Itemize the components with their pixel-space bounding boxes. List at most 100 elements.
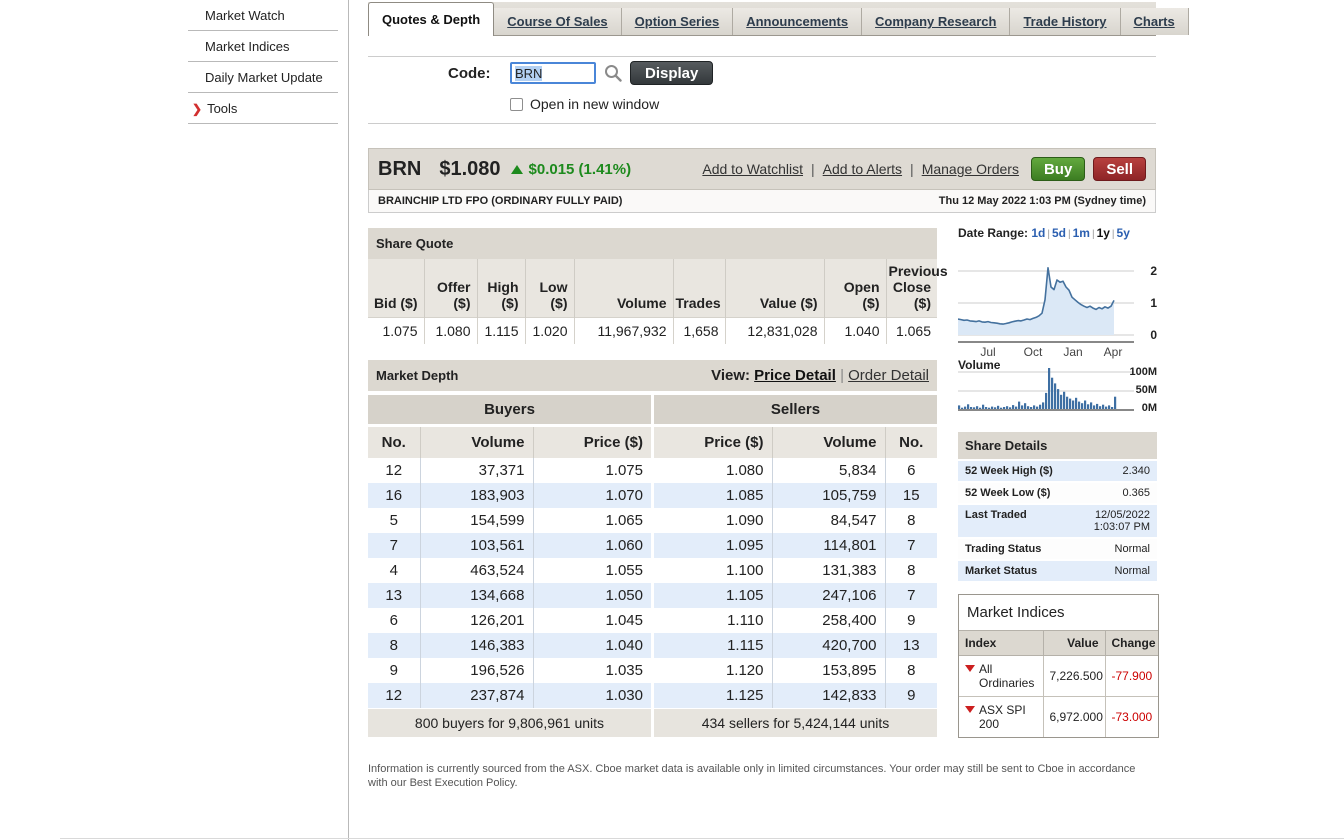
market-indices-table: IndexValueChange All Ordinaries7,226.500…: [959, 631, 1158, 737]
share-quote-header: Offer ($): [424, 259, 477, 318]
buyers-column: Buyers No.VolumePrice ($) 1237,3711.0751…: [368, 395, 651, 737]
link-separator: |: [910, 161, 914, 177]
share-quote-header: Previous Close ($): [886, 259, 937, 318]
sidebar-item-market-watch[interactable]: Market Watch: [188, 0, 338, 31]
code-input[interactable]: BRN: [510, 62, 596, 84]
link-separator: |: [811, 161, 815, 177]
sellers-col-header: Volume: [772, 427, 885, 458]
open-new-window-row: Open in new window: [510, 96, 659, 112]
sellers-row: 1.115420,70013: [654, 633, 937, 658]
share-quote-header: Trades: [673, 259, 725, 318]
buyers-row: 1237,3711.075: [368, 458, 651, 483]
view-price-detail-link[interactable]: Price Detail: [754, 367, 836, 384]
index-row: All Ordinaries7,226.500-77.900: [959, 656, 1158, 697]
sellers-col-header: Price ($): [654, 427, 772, 458]
share-quote-value: 11,967,932: [574, 318, 673, 345]
share-quote-value: 12,831,028: [725, 318, 824, 345]
date-range-label: Date Range:: [958, 226, 1028, 240]
date-range-selector: Date Range: 1d|5d|1m|1y|5y: [958, 226, 1130, 240]
sellers-row: 1.120153,8958: [654, 658, 937, 683]
open-new-window-checkbox[interactable]: [510, 98, 523, 111]
share-quote-header: Low ($): [525, 259, 574, 318]
sellers-table: Price ($)VolumeNo. 1.0805,83461.085105,7…: [654, 427, 937, 708]
sellers-row: 1.0805,8346: [654, 458, 937, 483]
market-indices-panel: Market Indices IndexValueChange All Ordi…: [958, 594, 1159, 738]
share-quote-header: Bid ($): [368, 259, 424, 318]
share-quote-header: Volume: [574, 259, 673, 318]
open-new-window-label: Open in new window: [530, 96, 659, 112]
page: Market Watch Market Indices Daily Market U…: [0, 0, 1344, 840]
view-order-detail-link[interactable]: Order Detail: [848, 367, 929, 384]
share-quote-value: 1,658: [673, 318, 725, 345]
price-ytick-2: 2: [1150, 264, 1157, 278]
share-quote-value: 1.040: [824, 318, 886, 345]
tab-announcements[interactable]: Announcements: [733, 8, 862, 35]
buyers-col-header: Volume: [420, 427, 533, 458]
add-to-alerts-link[interactable]: Add to Alerts: [823, 161, 902, 177]
buyers-col-header: No.: [368, 427, 420, 458]
tab-course-of-sales[interactable]: Course Of Sales: [494, 8, 621, 35]
price-up-icon: [511, 165, 523, 174]
share-details-row: 52 Week High ($)2.340: [958, 461, 1157, 483]
add-to-watchlist-link[interactable]: Add to Watchlist: [702, 161, 803, 177]
sellers-col-header: No.: [885, 427, 937, 458]
buyers-row: 7103,5611.060: [368, 533, 651, 558]
share-quote-value: 1.065: [886, 318, 937, 345]
market-depth-title: Market Depth: [376, 368, 458, 383]
market-depth-panel: Market Depth View: Price Detail | Order …: [368, 360, 937, 737]
date-range-5d[interactable]: 5d: [1052, 226, 1066, 240]
right-column: Date Range: 1d|5d|1m|1y|5y 2 1 0 JulOctJ…: [958, 0, 1157, 840]
sidebar-item-label: Market Indices: [205, 39, 290, 54]
sellers-footer: 434 sellers for 5,424,144 units: [654, 709, 937, 737]
tab-option-series[interactable]: Option Series: [622, 8, 734, 35]
sellers-row: 1.095114,8017: [654, 533, 937, 558]
price-chart: [958, 252, 1134, 344]
disclaimer-text: Information is currently sourced from th…: [368, 762, 1156, 791]
price-xtick-jan: Jan: [1063, 345, 1082, 359]
sidebar-item-label: Market Watch: [205, 8, 285, 23]
tab-quotes-amp-depth[interactable]: Quotes & Depth: [368, 2, 494, 36]
share-quote-header: Open ($): [824, 259, 886, 318]
buyers-footer: 800 buyers for 9,806,961 units: [368, 709, 651, 737]
buyers-row: 6126,2011.045: [368, 608, 651, 633]
sidebar-item-daily-market-update[interactable]: Daily Market Update: [188, 62, 338, 93]
share-quote-value: 1.075: [368, 318, 424, 345]
search-icon[interactable]: [604, 64, 622, 82]
indices-col-header: Change: [1105, 631, 1158, 656]
buyers-row: 5154,5991.065: [368, 508, 651, 533]
index-down-icon: [965, 665, 975, 672]
buyers-row: 16183,9031.070: [368, 483, 651, 508]
share-details-row: Trading StatusNormal: [958, 539, 1157, 561]
date-range-1d[interactable]: 1d: [1031, 226, 1045, 240]
price-ytick-1: 1: [1150, 296, 1157, 310]
vol-ytick-0m: 0M: [1142, 402, 1157, 414]
sidebar-item-market-indices[interactable]: Market Indices: [188, 31, 338, 62]
index-row: ASX SPI 2006,972.000-73.000: [959, 697, 1158, 738]
indices-col-header: Index: [959, 631, 1043, 656]
price-xtick-apr: Apr: [1104, 345, 1123, 359]
share-quote-value: 1.020: [525, 318, 574, 345]
display-button[interactable]: Display: [630, 61, 713, 85]
sellers-row: 1.125142,8339: [654, 683, 937, 708]
code-label: Code:: [448, 65, 491, 82]
vol-ytick-100m: 100M: [1129, 366, 1157, 378]
date-range-1y[interactable]: 1y: [1097, 226, 1110, 240]
share-quote-panel: Share Quote Bid ($)Offer ($)High ($)Low …: [368, 228, 937, 344]
sellers-row: 1.085105,75915: [654, 483, 937, 508]
code-input-value: BRN: [515, 66, 542, 81]
sellers-row: 1.110258,4009: [654, 608, 937, 633]
share-quote-table: Bid ($)Offer ($)High ($)Low ($)VolumeTra…: [368, 259, 937, 344]
share-quote-value: 1.080: [424, 318, 477, 345]
sidebar-item-tools[interactable]: ❯Tools: [188, 93, 338, 124]
share-details-row: 52 Week Low ($)0.365: [958, 483, 1157, 505]
price-xtick-oct: Oct: [1024, 345, 1043, 359]
sellers-column: Sellers Price ($)VolumeNo. 1.0805,83461.…: [654, 395, 937, 737]
share-quote-header: High ($): [477, 259, 525, 318]
share-details-row: Last Traded12/05/2022 1:03:07 PM: [958, 505, 1157, 539]
buyers-row: 8146,3831.040: [368, 633, 651, 658]
buyers-row: 13134,6681.050: [368, 583, 651, 608]
market-indices-title: Market Indices: [959, 595, 1158, 631]
date-range-5y[interactable]: 5y: [1117, 226, 1130, 240]
company-name: BRAINCHIP LTD FPO (ORDINARY FULLY PAID): [378, 195, 622, 207]
date-range-1m[interactable]: 1m: [1073, 226, 1090, 240]
